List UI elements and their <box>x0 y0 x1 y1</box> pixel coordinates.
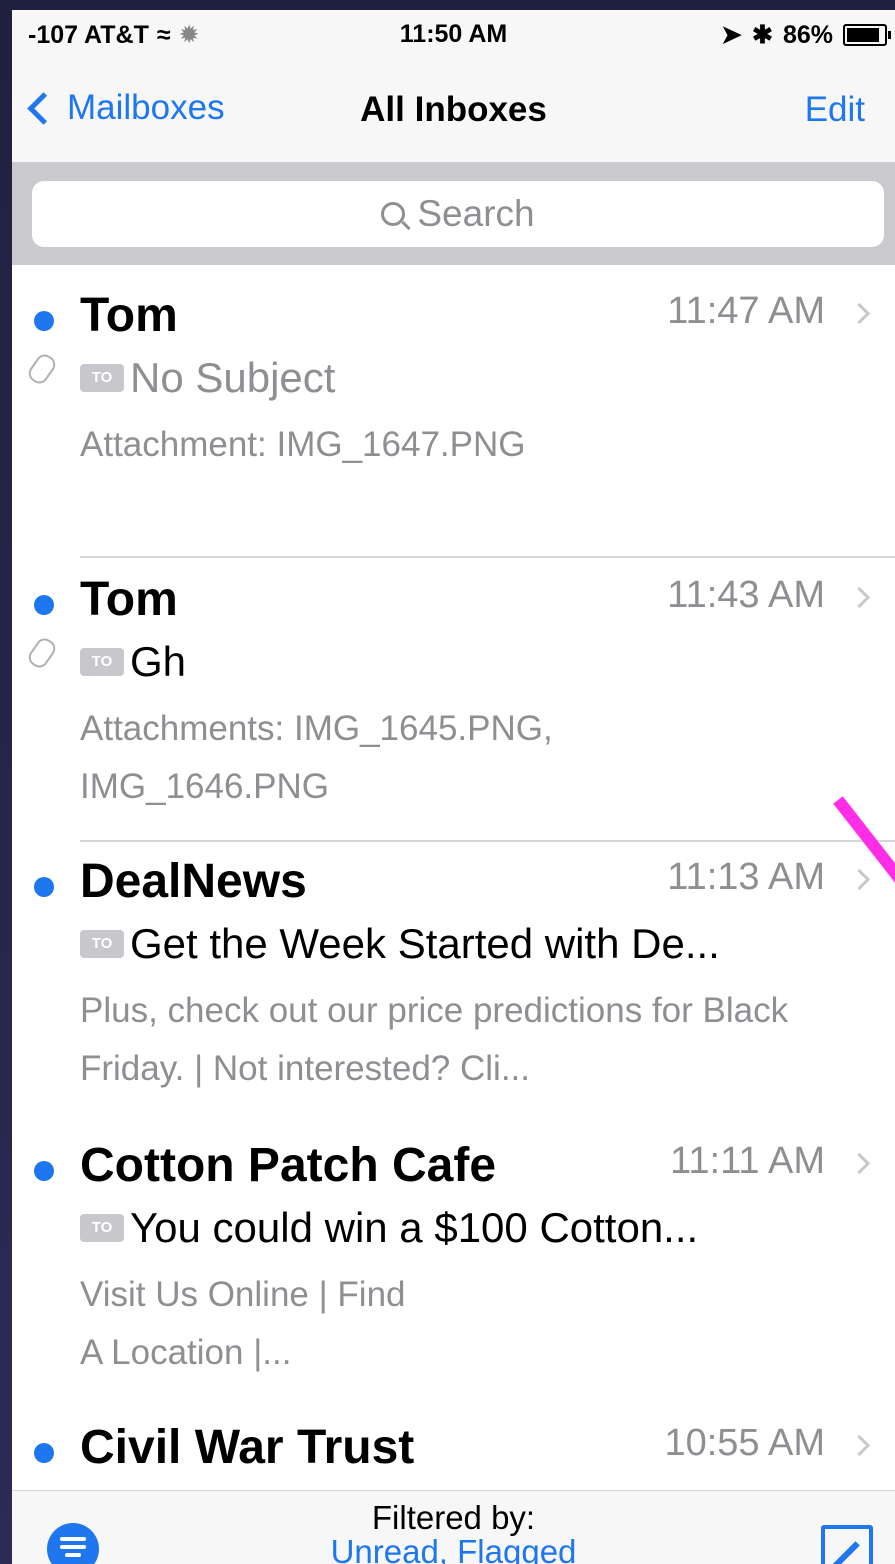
navigation-bar: Mailboxes All Inboxes Edit <box>12 58 895 163</box>
message-row[interactable]: Civil War Trust 10:55 AM <box>12 1398 895 1498</box>
message-sender: Tom <box>80 289 178 342</box>
chevron-right-icon <box>848 302 871 325</box>
message-sender: DealNews <box>80 855 307 908</box>
location-icon: ➤ <box>721 21 742 49</box>
bottom-toolbar: Filtered by: Unread, Flagged <box>12 1490 895 1564</box>
message-subject-text: No Subject <box>130 354 336 401</box>
message-preview: Plus, check out our price predictions fo… <box>80 991 789 1088</box>
chevron-right-icon <box>848 1152 871 1175</box>
search-container: Search <box>12 163 895 265</box>
message-subject: TO No Subject <box>80 354 335 402</box>
unread-dot-icon <box>34 1443 54 1463</box>
message-preview: Attachment: IMG_1647.PNG <box>80 425 526 464</box>
to-badge: TO <box>80 1214 124 1242</box>
message-time: 10:55 AM <box>664 1422 825 1464</box>
message-subject: TO You could win a $100 Cotton... <box>80 1204 698 1252</box>
battery-icon <box>843 24 891 46</box>
search-icon <box>381 202 406 226</box>
message-subject-text: You could win a $100 Cotton... <box>130 1204 699 1251</box>
status-bar: -107 AT&T ≈ ✹ 11:50 AM ➤ ✱ 86% <box>12 10 895 58</box>
message-subject: TO Get the Week Started with De... <box>80 920 720 968</box>
message-row[interactable]: Tom 11:43 AM TO Gh Attachments: IMG_1645… <box>12 550 895 833</box>
message-time: 11:13 AM <box>667 856 825 898</box>
unread-dot-icon <box>34 311 54 331</box>
battery-percent: 86% <box>782 20 833 49</box>
to-badge: TO <box>80 648 124 676</box>
chevron-right-icon <box>848 586 871 609</box>
message-preview: Visit Us Online | Find A Location |... <box>80 1275 406 1372</box>
message-row[interactable]: Cotton Patch Cafe 11:11 AM TO You could … <box>12 1116 895 1399</box>
unread-dot-icon <box>34 1161 54 1181</box>
message-sender: Cotton Patch Cafe <box>80 1139 497 1192</box>
unread-dot-icon <box>34 595 54 615</box>
status-right: ➤ ✱ 86% <box>721 20 891 50</box>
message-row[interactable]: DealNews 11:13 AM TO Get the Week Starte… <box>12 832 895 1115</box>
chevron-right-icon <box>848 868 871 891</box>
message-sender: Tom <box>80 573 178 626</box>
to-badge: TO <box>80 930 124 958</box>
edit-button[interactable]: Edit <box>805 90 865 130</box>
message-sender: Civil War Trust <box>80 1421 415 1474</box>
message-time: 11:47 AM <box>667 290 825 332</box>
message-subject-text: Gh <box>130 638 187 685</box>
to-badge: TO <box>80 364 124 392</box>
page-title: All Inboxes <box>360 90 547 129</box>
message-subject: TO Gh <box>80 638 186 686</box>
filter-status[interactable]: Filtered by: Unread, Flagged <box>12 1501 895 1564</box>
bluetooth-icon: ✱ <box>752 21 773 49</box>
message-subject-text: Get the Week Started with De... <box>130 920 720 967</box>
filter-criteria-link[interactable]: Unread, Flagged <box>12 1535 895 1564</box>
filtered-by-label: Filtered by: <box>371 1499 536 1536</box>
message-preview: Attachments: IMG_1645.PNG, IMG_1646.PNG <box>80 709 553 806</box>
message-time: 11:43 AM <box>667 574 825 616</box>
search-placeholder: Search <box>417 193 535 234</box>
compose-icon[interactable] <box>821 1525 873 1564</box>
message-time: 11:11 AM <box>670 1140 825 1182</box>
device-bezel <box>0 0 12 1564</box>
mail-screen: -107 AT&T ≈ ✹ 11:50 AM ➤ ✱ 86% Mailboxes… <box>12 10 895 1564</box>
attachment-icon <box>25 350 59 388</box>
attachment-icon <box>25 634 59 672</box>
search-field[interactable]: Search <box>32 181 884 247</box>
message-row[interactable]: Tom 11:47 AM TO No Subject Attachment: I… <box>12 266 895 549</box>
unread-dot-icon <box>34 877 54 897</box>
chevron-right-icon <box>848 1434 871 1457</box>
